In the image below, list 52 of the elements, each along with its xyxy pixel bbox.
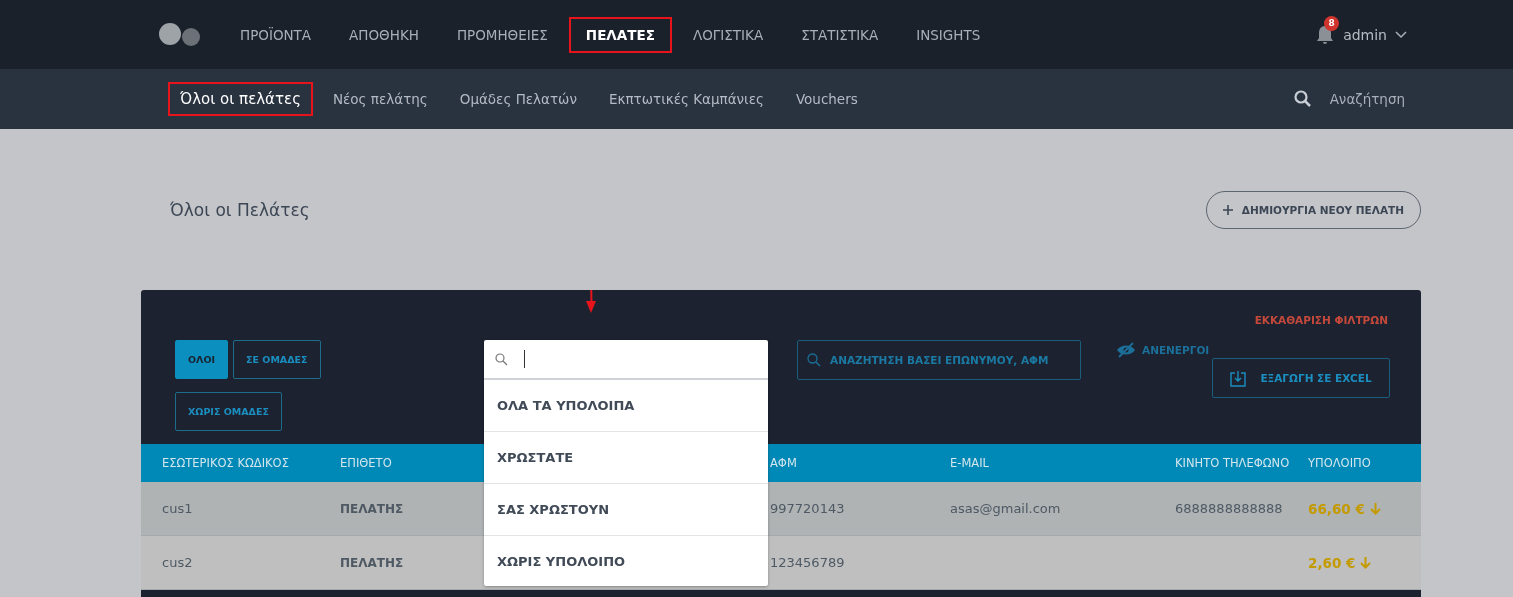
column-header: ΕΣΩΤΕΡΙΚΟΣ ΚΩΔΙΚΟΣ	[162, 456, 290, 470]
balance-cell: 66,60 €	[1308, 500, 1365, 517]
nav-tab[interactable]: ΛΟΓΙΣΤΙΚΑ	[675, 16, 781, 53]
chevron-down-icon[interactable]	[1395, 30, 1407, 39]
search-icon	[807, 353, 821, 367]
subnav-tab[interactable]: Νέος πελάτης	[320, 83, 440, 115]
nav-tab[interactable]: ΑΠΟΘΗΚΗ	[332, 16, 436, 53]
table-cell-text: asas@gmail.com	[950, 501, 1062, 516]
column-header: ΥΠΟΛΟΙΠΟ	[1308, 456, 1372, 470]
table-cell-text: ΠΕΛΑΤΗΣ	[340, 501, 405, 516]
balance-cell: 2,60 €	[1308, 554, 1356, 571]
dropdown-option[interactable]: ΧΩΡΙΣ ΥΠΟΛΟΙΠΟ	[484, 536, 768, 586]
arrow-down-icon	[1360, 556, 1372, 569]
nav-tab[interactable]: ΣΤΑΤΙΣΤΙΚΑ	[784, 16, 896, 53]
subnav-tab[interactable]: Vouchers	[783, 83, 870, 115]
table-cell-text: ΠΕΛΑΤΗΣ	[340, 555, 405, 570]
subnav-tab[interactable]: Όλοι οι πελάτες	[168, 82, 313, 116]
dropdown-option[interactable]: ΣΑΣ ΧΡΩΣΤΟΥΝ	[484, 484, 768, 536]
column-header: E-MAIL	[950, 456, 990, 470]
search-icon	[495, 352, 508, 366]
column-header: ΚΙΝΗΤΟ ΤΗΛΕΦΩΝΟ	[1175, 456, 1291, 470]
table-cell-text: 123456789	[770, 555, 846, 570]
nav-tab[interactable]: ΠΡΟΜΗΘΕΙΕΣ	[439, 16, 565, 53]
arrow-down-icon	[1369, 502, 1381, 515]
nav-tab[interactable]: ΠΡΟΪΟΝΤΑ	[223, 16, 329, 53]
column-header: ΕΠΙΘΕΤΟ	[340, 456, 393, 470]
table-cell-text: cus1	[162, 501, 194, 516]
balance-dropdown[interactable]: ΟΛΑ ΤΑ ΥΠΟΛΟΙΠΑ ΧΡΩΣΤΑΤΕ ΣΑΣ ΧΡΩΣΤΟΥΝ ΧΩΡΙΣ ΥΠΟΛΟΙΠΟ	[484, 340, 768, 586]
subnav-tab[interactable]: Εκπτωτικές Καμπάνιες	[596, 83, 776, 115]
plus-icon	[1222, 204, 1233, 215]
notification-badge: 8	[1324, 15, 1340, 31]
search-icon[interactable]	[1293, 90, 1312, 108]
search-link[interactable]: Αναζήτηση	[1329, 91, 1405, 107]
subnav-tab[interactable]: Ομάδες Πελατών	[447, 83, 589, 115]
column-header: ΑΦΜ	[770, 456, 798, 470]
eye-slash-icon[interactable]	[1116, 342, 1136, 358]
search-field[interactable]: ΑΝΑΖΗΤΗΣΗ ΒΑΣΕΙ ΕΠΩΝΥΜΟΥ, ΑΦΜ	[797, 340, 1081, 380]
page-title: Όλοι οι Πελάτες	[170, 199, 310, 220]
logo-icon[interactable]	[157, 21, 201, 48]
table-cell-text: cus2	[162, 555, 194, 570]
filter-tab[interactable]: ΣΕ ΟΜΑΔΕΣ	[233, 340, 321, 379]
dropdown-option[interactable]: ΟΛΑ ΤΑ ΥΠΟΛΟΙΠΑ	[484, 380, 768, 432]
filter-tab[interactable]: ΟΛΟΙ	[175, 340, 229, 379]
dropdown-option[interactable]: ΧΡΩΣΤΑΤΕ	[484, 432, 768, 484]
download-icon	[1230, 369, 1247, 387]
nav-tab[interactable]: ΠΕΛΑΤΕΣ	[568, 16, 672, 53]
user-menu[interactable]: admin	[1343, 26, 1387, 43]
table-cell-text: 6888888888888	[1175, 501, 1284, 516]
export-excel-button[interactable]: ΕΞΑΓΩΓΗ ΣΕ EXCEL	[1212, 358, 1390, 398]
filter-tab[interactable]: ΧΩΡΙΣ ΟΜΑΔΕΣ	[175, 392, 282, 431]
nav-tab[interactable]: INSIGHTS	[899, 16, 998, 53]
table-cell-text: 997720143	[770, 501, 846, 516]
